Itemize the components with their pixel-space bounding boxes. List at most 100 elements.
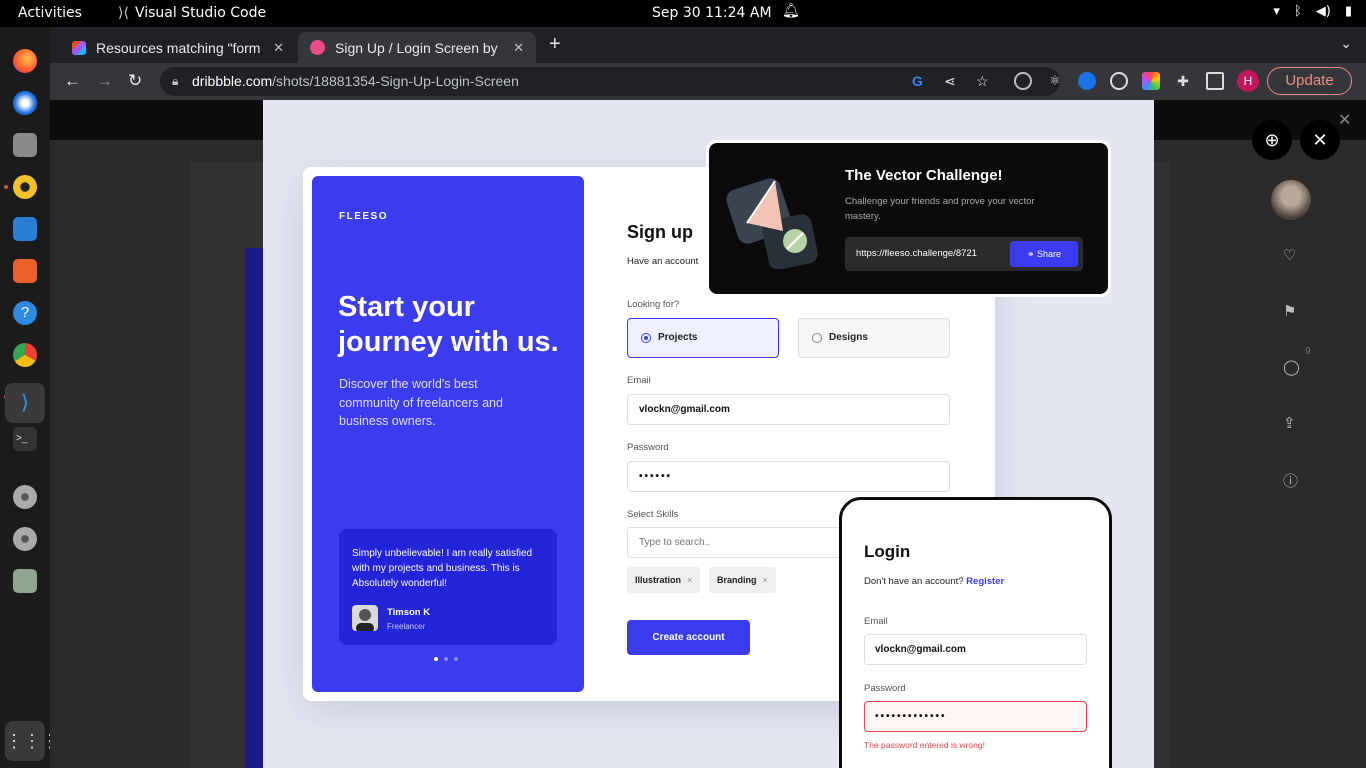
hero-heading: Start your journey with us. [338, 291, 559, 358]
password-error-message: The password entered is wrong! [864, 740, 985, 750]
bluetooth-icon: ᛒ [1293, 4, 1302, 19]
login-email-field[interactable]: vlockn@gmail.com [864, 634, 1087, 665]
colorzilla-icon[interactable] [1142, 72, 1160, 90]
carousel-dots [434, 657, 458, 661]
close-tab-icon[interactable]: ✕ [513, 40, 524, 56]
testimonial-quote: Simply unbelievable! I am really satisfi… [352, 548, 533, 589]
tab-figma[interactable]: Resources matching "form ✕ [60, 32, 296, 63]
clock[interactable]: Sep 30 11:24 AM [652, 5, 772, 21]
tab-strip: Resources matching "form ✕ Sign Up / Logi… [50, 27, 1366, 63]
login-prompt-text: Don't have an account? [864, 576, 964, 587]
shot-image[interactable]: FLEESO Start your journey with us. Disco… [263, 100, 1154, 768]
menu-icon[interactable]: ⋮ [1360, 71, 1366, 91]
vscode-dock-icon[interactable]: ⟩ [5, 383, 45, 423]
close-modal-button[interactable]: ✕ [1300, 120, 1340, 160]
share-link-box: https://fleeso.challenge/8721 ⚭ Share [845, 237, 1083, 271]
close-icon[interactable]: ✕ [1338, 110, 1351, 130]
radio-projects[interactable]: Projects [627, 318, 779, 358]
reload-icon[interactable]: ↻ [128, 71, 142, 91]
lock-icon: 🔒︎ [172, 74, 179, 88]
designer-avatar[interactable] [1271, 180, 1311, 220]
address-bar[interactable]: 🔒︎ dribbble.com/shots/18881354-Sign-Up-L… [160, 67, 1060, 96]
login-title: Login [864, 542, 911, 561]
testimonial-card: Simply unbelievable! I am really satisfi… [339, 529, 557, 645]
register-link[interactable]: Register [966, 576, 1004, 587]
hero-subtitle: Discover the world's best community of f… [339, 377, 503, 428]
comment-icon[interactable]: ◯ [1283, 358, 1300, 376]
radio-designs[interactable]: Designs [798, 318, 950, 358]
extension-icon[interactable] [1078, 72, 1096, 90]
share-icon[interactable]: ⋖ [944, 67, 956, 96]
brand-logo: FLEESO [339, 211, 389, 222]
page-backdrop-shot [245, 248, 265, 768]
remove-chip-icon[interactable]: × [687, 575, 692, 585]
create-account-button[interactable]: Create account [627, 620, 750, 655]
dot [434, 657, 438, 661]
writer-icon[interactable] [13, 217, 37, 241]
login-prompt: Don't have an account? Register [864, 576, 1004, 587]
forward-icon[interactable]: → [96, 71, 113, 91]
tab-search-icon[interactable]: ⌄ [1340, 35, 1352, 52]
vector-illustration-icon [726, 178, 818, 269]
bell-icon[interactable]: 🔔︎ [782, 3, 800, 19]
looking-for-label: Looking for? [627, 299, 680, 310]
vector-challenge-title: The Vector Challenge! [845, 167, 1003, 184]
login-password-field[interactable]: ••••••••••••• [864, 701, 1087, 732]
heart-icon[interactable]: ♡ [1283, 246, 1296, 264]
skill-chip[interactable]: Branding × [709, 567, 776, 593]
signup-title: Sign up [627, 222, 693, 242]
battery-icon: ▮ [1344, 4, 1352, 19]
extension-icon[interactable] [1110, 72, 1128, 90]
tab-title: Sign Up / Login Screen by [335, 39, 498, 56]
share-link[interactable]: https://fleeso.challenge/8721 [856, 237, 977, 271]
zoom-icon[interactable]: ⊕ [1252, 120, 1292, 160]
rhythmbox-icon[interactable] [13, 175, 37, 199]
update-button[interactable]: Update [1267, 67, 1352, 95]
files-icon[interactable] [13, 133, 37, 157]
terminal-icon[interactable]: >_ [13, 427, 37, 451]
chrome-icon[interactable] [13, 343, 37, 367]
wifi-icon: ▾ [1273, 4, 1280, 19]
disk-icon[interactable] [13, 527, 37, 551]
app-menu[interactable]: ⟩⟨ Visual Studio Code [118, 5, 266, 21]
disk-icon[interactable] [13, 485, 37, 509]
new-tab-button[interactable]: + [549, 33, 561, 56]
email-field[interactable]: vlockn@gmail.com [627, 394, 950, 425]
firefox-icon[interactable] [13, 49, 37, 73]
help-icon[interactable]: ? [13, 301, 37, 325]
vector-challenge-subtitle: Challenge your friends and prove your ve… [845, 196, 1035, 222]
extension-icon[interactable] [1014, 72, 1032, 90]
puzzle-icon[interactable]: ✚ [1174, 72, 1192, 90]
figma-icon [72, 40, 86, 55]
close-tab-icon[interactable]: ✕ [273, 40, 284, 56]
testimonial-role: Freelancer [387, 622, 426, 631]
share-button[interactable]: ⚭ Share [1010, 241, 1078, 267]
share-icon[interactable]: ⇪ [1283, 414, 1296, 432]
tab-dribbble[interactable]: Sign Up / Login Screen by ✕ [298, 32, 536, 63]
login-password-label: Password [864, 683, 906, 694]
sidepanel-icon[interactable] [1206, 72, 1224, 90]
toolbar: ← → ↻ 🔒︎ dribbble.com/shots/18881354-Sig… [50, 63, 1366, 100]
software-icon[interactable] [13, 259, 37, 283]
dot [444, 657, 448, 661]
app-name: Visual Studio Code [134, 5, 267, 21]
password-field[interactable]: •••••• [627, 461, 950, 492]
hero-panel: FLEESO Start your journey with us. Disco… [312, 176, 584, 692]
activities-button[interactable]: Activities [18, 5, 82, 21]
share-label: Share [1037, 249, 1062, 259]
system-tray[interactable]: ▾ ᛒ ◀) ▮ [1273, 4, 1352, 19]
google-icon[interactable]: G [912, 67, 923, 96]
star-icon[interactable]: ☆ [976, 67, 989, 96]
show-apps-icon[interactable]: ⋮⋮⋮ [5, 721, 59, 761]
skill-chip[interactable]: Illustration × [627, 567, 701, 593]
info-icon[interactable]: ⓘ [1283, 470, 1298, 491]
remove-chip-icon[interactable]: × [763, 575, 768, 585]
profile-avatar[interactable]: H [1237, 70, 1259, 92]
dribbble-icon [310, 40, 325, 55]
email-label: Email [627, 375, 651, 386]
thunderbird-icon[interactable] [13, 91, 37, 115]
react-devtools-icon[interactable]: ⚛ [1046, 72, 1064, 90]
trash-icon[interactable] [13, 569, 37, 593]
bookmark-icon[interactable]: ⚑ [1283, 302, 1296, 320]
back-icon[interactable]: ← [64, 71, 81, 91]
